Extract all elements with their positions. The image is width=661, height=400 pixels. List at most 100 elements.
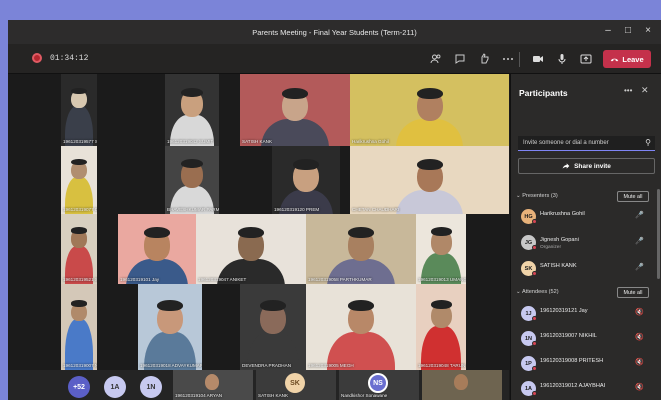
meeting-toolbar: 01:34:12 Leave [8, 44, 661, 74]
mic-muted-icon[interactable]: 🔇 [635, 308, 644, 316]
participant-hair [416, 87, 443, 99]
participant-hair [430, 300, 452, 310]
video-thumbnail[interactable]: SK SATISH KANK [256, 370, 336, 400]
participant-hair [238, 227, 264, 239]
tile-name-label: 196120319120 PREM [274, 207, 320, 212]
thumbnail-name: 196120319104 ARYAN [175, 393, 223, 398]
video-tile[interactable]: 196120319005 MEGH [306, 284, 416, 370]
close-window-button[interactable]: × [640, 25, 656, 36]
thumbnail-initials: NS [368, 373, 388, 393]
video-tile[interactable]: 196120319018 ADVAYKUMAR [138, 284, 202, 370]
participant-hair [282, 87, 308, 99]
video-tile[interactable]: DEVENDRA PRADHAN [240, 284, 306, 370]
participant-hair [71, 227, 87, 234]
panel-scrollbar[interactable] [657, 189, 660, 279]
participant-row[interactable]: SK SATISH KANK 🎤 [521, 258, 651, 280]
chat-button[interactable] [450, 50, 470, 68]
reactions-button[interactable] [474, 50, 494, 68]
toolbar-divider [519, 52, 520, 67]
presence-dot [532, 316, 537, 321]
tile-name-label: DEVENDRA PRADHAN [242, 363, 292, 368]
participants-button[interactable] [426, 50, 446, 68]
meeting-timer: 01:34:12 [50, 54, 89, 63]
video-tile[interactable]: 196120319058 PARTHKUMAR [306, 214, 416, 284]
participant-hair [416, 158, 443, 170]
thumbnail-name: Nandkishor Sonawane [341, 393, 388, 398]
video-tile[interactable]: Harikrushna Gohil [350, 74, 509, 146]
participant-row[interactable]: HG Harikrushna Gohil 🎤 [521, 206, 651, 228]
video-tile[interactable]: 196120319007 NIKHIL [61, 284, 97, 370]
tile-name-label: 196120319521 SUDHANSHU [63, 277, 97, 282]
mic-icon[interactable]: 🎤 [635, 263, 644, 271]
share-invite-label: Share invite [574, 162, 611, 170]
panel-more-icon[interactable]: ••• [624, 86, 632, 95]
leave-label: Leave [622, 54, 644, 64]
participant-hair [348, 227, 374, 239]
video-thumbnail[interactable] [422, 370, 502, 400]
participant-hair [260, 300, 286, 312]
share-screen-button[interactable] [576, 50, 596, 68]
tile-name-label: 196120319077 DHANRAJKUMAR [63, 207, 97, 212]
close-icon[interactable]: ✕ [641, 85, 649, 96]
participant-hair [430, 227, 452, 237]
video-tile[interactable]: 196120319013 UMANGKUMAR [416, 214, 466, 284]
presence-dot [532, 219, 537, 224]
tile-name-label: BHAVESHKUMAR PARMAR [167, 207, 219, 212]
mic-button[interactable] [552, 50, 572, 68]
thumbnail-initials: SK [285, 373, 305, 393]
video-tile[interactable]: BHAVESHKUMAR PARMAR [165, 146, 219, 214]
mic-icon[interactable]: 🎤 [635, 237, 644, 245]
minimize-button[interactable]: – [600, 25, 616, 36]
more-options-button[interactable] [498, 50, 518, 68]
tile-name-label: 196120319042 SUMIT [167, 139, 214, 144]
video-tile[interactable]: CHETAN CHAUDHARI [350, 146, 509, 214]
video-tile[interactable]: 196120319577 SHUBHAM [61, 74, 97, 146]
share-invite-button[interactable]: Share invite [518, 158, 655, 174]
video-thumbnail[interactable]: 196120319104 ARYAN [173, 370, 253, 400]
participant-row[interactable]: 1N 196120319007 NIKHIL 🔇 [521, 328, 651, 350]
mic-muted-icon[interactable]: 🔇 [635, 333, 644, 341]
tile-name-label: 196120319005 MEGH [308, 363, 354, 368]
presence-dot [532, 366, 537, 371]
maximize-button[interactable]: □ [620, 25, 636, 36]
presenters-header[interactable]: ⌄ Presenters (3) [516, 193, 558, 199]
teams-meeting-window: Parents Meeting - Final Year Students (T… [8, 20, 661, 400]
mute-all-presenters-button[interactable]: Mute all [617, 191, 649, 202]
presence-dot [532, 391, 537, 396]
video-tile[interactable]: 196120319521 SUDHANSHU [61, 214, 97, 284]
thumbnail-name: SATISH KANK [258, 393, 289, 398]
participant-row[interactable]: 1A 196120319012 AJAYBHAI 🔇 [521, 378, 651, 400]
participant-row[interactable]: 1J 196120319121 Jay 🔇 [521, 303, 651, 325]
presence-dot [532, 341, 537, 346]
participants-icon [430, 54, 441, 64]
video-thumbnail[interactable]: NS Nandkishor Sonawane [339, 370, 419, 400]
camera-icon [533, 56, 543, 62]
video-tile[interactable]: 196120319077 DHANRAJKUMAR [61, 146, 97, 214]
video-tile[interactable]: 196120319048 TARUN [416, 284, 466, 370]
attendees-header[interactable]: ⌄ Attendees (52) [516, 289, 559, 295]
leave-button[interactable]: Leave [603, 50, 651, 68]
video-tile[interactable]: 196120319042 SUMIT [165, 74, 219, 146]
participant-name: 196120319121 Jay [540, 308, 588, 314]
phone-hangup-icon [611, 58, 619, 61]
participant-name: 196120319007 NIKHIL [540, 333, 597, 339]
video-tile[interactable]: 196120319120 PREM [272, 146, 340, 214]
more-icon [503, 58, 513, 60]
invite-search-input[interactable]: Invite someone or dial a number ⚲ [518, 136, 655, 151]
video-tile[interactable]: 196120319101 Jay [118, 214, 196, 284]
tile-name-label: SATISH KANK [242, 139, 273, 144]
mute-all-attendees-button[interactable]: Mute all [617, 287, 649, 298]
participant-row[interactable]: 1P 196120319008 PRITESH 🔇 [521, 353, 651, 375]
camera-button[interactable] [528, 50, 548, 68]
mic-icon[interactable]: 🎤 [635, 211, 644, 219]
video-tile[interactable]: SATISH KANK [240, 74, 350, 146]
presence-dot [532, 271, 537, 276]
participant-avatar[interactable]: 1A [104, 376, 126, 398]
video-tile[interactable]: 196120319047 ANIKET [196, 214, 306, 284]
participant-row[interactable]: JG Jignesh Gopani Organizer 🎤 [521, 232, 651, 254]
mic-muted-icon[interactable]: 🔇 [635, 383, 644, 391]
participants-panel: Participants ••• ✕ Invite someone or dia… [510, 74, 661, 400]
participant-avatar[interactable]: 1N [140, 376, 162, 398]
mic-muted-icon[interactable]: 🔇 [635, 358, 644, 366]
overflow-count-avatar[interactable]: +52 [68, 376, 90, 398]
